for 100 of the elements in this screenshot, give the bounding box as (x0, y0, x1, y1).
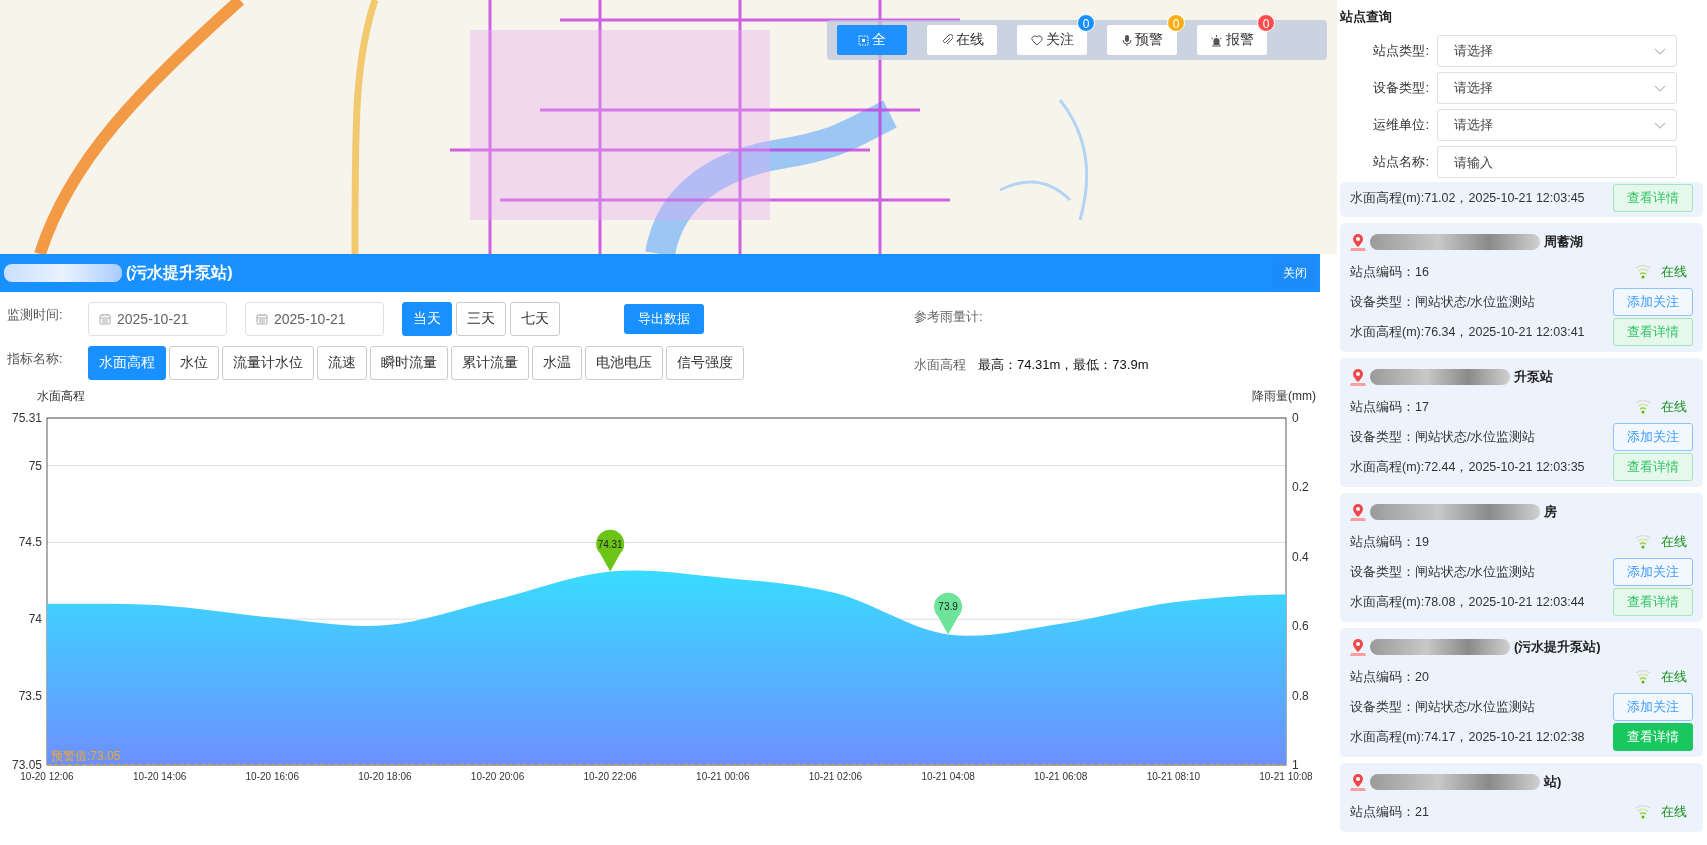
indicator-tab[interactable]: 水位 (169, 346, 219, 380)
station-name: (污水提升泵站) (1514, 638, 1601, 656)
indicator-tab[interactable]: 累计流量 (451, 346, 529, 380)
device-text: 设备类型：闸站状态/水位监测站 (1350, 294, 1537, 311)
axis-tick-label: 1 (1292, 758, 1299, 772)
field-label: 指标名称: (7, 350, 64, 368)
axis-tick-label: 75.31 (11, 411, 42, 425)
axis-title: 降雨量(mm) (1252, 389, 1316, 403)
axis-tick-label: 0.2 (1292, 480, 1309, 495)
axis-tick-label: 0 (1292, 411, 1299, 425)
signal-icon (1635, 805, 1651, 819)
pin-marker (934, 592, 963, 635)
field-label: 站点名称: (1372, 153, 1430, 171)
code-text: 站点编码：17 (1350, 399, 1430, 416)
marker-label: 74.31 (597, 538, 623, 550)
signal-icon (1635, 670, 1651, 684)
status-text: 在线 (1661, 398, 1687, 416)
chevron-down-icon (1654, 121, 1666, 129)
date-field[interactable]: 2025-10-21 (245, 302, 384, 336)
date-field[interactable]: 2025-10-21 (88, 302, 227, 336)
status-text: 在线 (1661, 668, 1687, 686)
field-label: 监测时间: (7, 306, 64, 324)
threshold-label: 预警值:73.05 (51, 749, 121, 763)
device-text: 设备类型：闸站状态/水位监测站 (1350, 564, 1537, 581)
pin-marker (596, 529, 625, 572)
chevron-down-icon (1654, 47, 1666, 55)
chevron-down-icon (1654, 84, 1666, 92)
axis-tick-label: 10-20 22:06 (583, 771, 637, 782)
field-label: 站点类型: (1372, 42, 1430, 60)
axis-tick-label: 10-21 08:10 (1146, 771, 1201, 782)
reading-text: 水面高程(m):76.34，2025-10-21 12:03:41 (1350, 324, 1586, 341)
axis-tick-label: 10-21 00:06 (696, 771, 750, 782)
indicator-tab[interactable]: 水温 (532, 346, 582, 380)
heart-icon (1030, 34, 1043, 46)
field-label: 运维单位: (1372, 116, 1430, 134)
axis-tick-label: 75 (28, 458, 42, 473)
axis-tick-label: 74 (28, 612, 42, 627)
range-button[interactable]: 三天 (456, 302, 506, 336)
input-field[interactable]: 请输入 (1437, 146, 1677, 178)
axis-tick-label: 73.05 (11, 758, 42, 772)
device-text: 设备类型：闸站状态/水位监测站 (1350, 699, 1537, 716)
device-text: 设备类型：闸站状态/水位监测站 (1350, 429, 1537, 446)
code-text: 站点编码：16 (1350, 264, 1430, 281)
section-title: 站点查询 (1340, 8, 1392, 26)
axis-tick-label: 0.8 (1292, 688, 1309, 703)
reading-text: 水面高程(m):78.08，2025-10-21 12:03:44 (1350, 594, 1586, 611)
axis-tick-label: 10-20 18:06 (358, 771, 412, 782)
location-pin-icon (1350, 638, 1366, 656)
location-pin-icon (1350, 368, 1366, 386)
microphone-icon (1121, 33, 1132, 47)
code-text: 站点编码：21 (1350, 804, 1430, 821)
indicator-tab[interactable]: 流速 (317, 346, 367, 380)
select-field[interactable]: 请选择 (1437, 35, 1677, 67)
axis-tick-label: 10-21 02:06 (808, 771, 863, 782)
marker-label: 73.9 (938, 601, 958, 613)
grid-icon (858, 34, 869, 46)
axis-tick-label: 10-21 04:08 (921, 771, 975, 782)
stats-text: 最高：74.31m，最低：73.9m (978, 356, 1149, 374)
axis-tick-label: 10-21 10:08 (1259, 771, 1313, 782)
indicator-tab[interactable]: 电池电压 (585, 346, 663, 380)
paperclip-icon (940, 34, 953, 46)
status-text: 在线 (1661, 803, 1687, 821)
axis-tick-label: 10-20 20:06 (470, 771, 525, 782)
range-button[interactable]: 七天 (510, 302, 560, 336)
select-field[interactable]: 请选择 (1437, 72, 1677, 104)
code-text: 站点编码：19 (1350, 534, 1430, 551)
axis-tick-label: 10-20 14:06 (132, 771, 187, 782)
station-name: 升泵站 (1514, 368, 1553, 386)
indicator-tab[interactable]: 信号强度 (666, 346, 744, 380)
select-field[interactable]: 请选择 (1437, 109, 1677, 141)
info-label: 参考雨量计: (914, 308, 984, 326)
reading-text: 水面高程(m):71.02，2025-10-21 12:03:45 (1350, 190, 1586, 207)
status-text: 在线 (1661, 263, 1687, 281)
indicator-tab[interactable]: 流量计水位 (222, 346, 314, 380)
filter-button[interactable]: 在线 (927, 25, 997, 55)
location-pin-icon (1350, 773, 1366, 791)
station-name: 房 (1544, 503, 1557, 521)
axis-tick-label: 0.4 (1292, 549, 1309, 564)
axis-tick-label: 0.6 (1292, 619, 1309, 634)
status-text: 在线 (1661, 533, 1687, 551)
field-label: 设备类型: (1372, 79, 1430, 97)
axis-title: 水面高程 (37, 389, 85, 403)
calendar-icon (256, 313, 268, 325)
indicator-tab[interactable]: 瞬时流量 (370, 346, 448, 380)
location-pin-icon (1350, 503, 1366, 521)
station-name: 站) (1544, 773, 1562, 791)
calendar-icon (99, 313, 111, 325)
reading-text: 水面高程(m):74.17，2025-10-21 12:02:38 (1350, 729, 1586, 746)
signal-icon (1635, 535, 1651, 549)
axis-tick-label: 10-20 16:06 (245, 771, 299, 782)
reading-text: 水面高程(m):72.44，2025-10-21 12:03:35 (1350, 459, 1586, 476)
axis-tick-label: 10-21 06:08 (1034, 771, 1088, 782)
signal-icon (1635, 400, 1651, 414)
axis-tick-label: 73.5 (18, 688, 42, 703)
axis-tick-label: 10-20 12:06 (20, 771, 74, 782)
location-pin-icon (1350, 233, 1366, 251)
info-label: 水面高程 (914, 356, 966, 374)
station-name: 周蓄湖 (1544, 233, 1583, 251)
axis-tick-label: 74.5 (18, 535, 42, 550)
code-text: 站点编码：20 (1350, 669, 1430, 686)
